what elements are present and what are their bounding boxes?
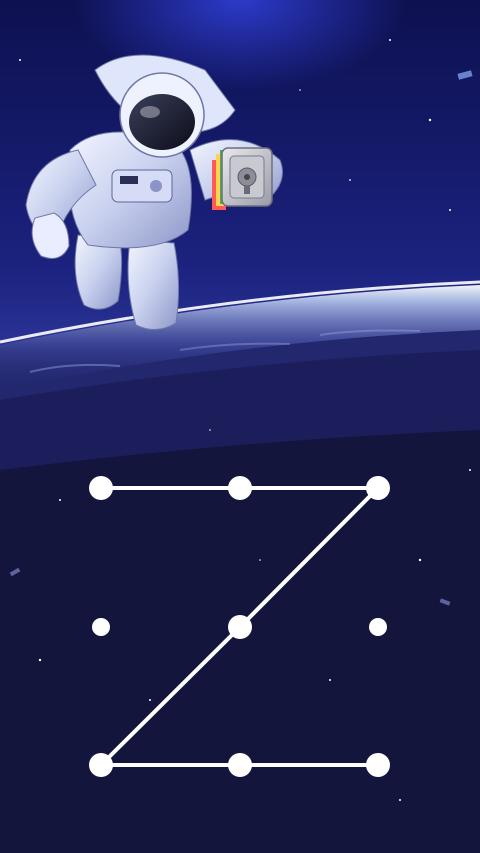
pattern-dot-r3c1[interactable] <box>89 753 113 777</box>
pattern-dot-r2c3[interactable] <box>369 618 387 636</box>
pattern-lock-grid[interactable] <box>0 0 480 853</box>
pattern-dot-r3c2[interactable] <box>228 753 252 777</box>
pattern-dot-r1c1[interactable] <box>89 476 113 500</box>
pattern-dot-r2c1[interactable] <box>92 618 110 636</box>
pattern-dot-r3c3[interactable] <box>366 753 390 777</box>
pattern-dot-r2c2[interactable] <box>228 615 252 639</box>
pattern-dot-r1c3[interactable] <box>366 476 390 500</box>
pattern-dot-r1c2[interactable] <box>228 476 252 500</box>
